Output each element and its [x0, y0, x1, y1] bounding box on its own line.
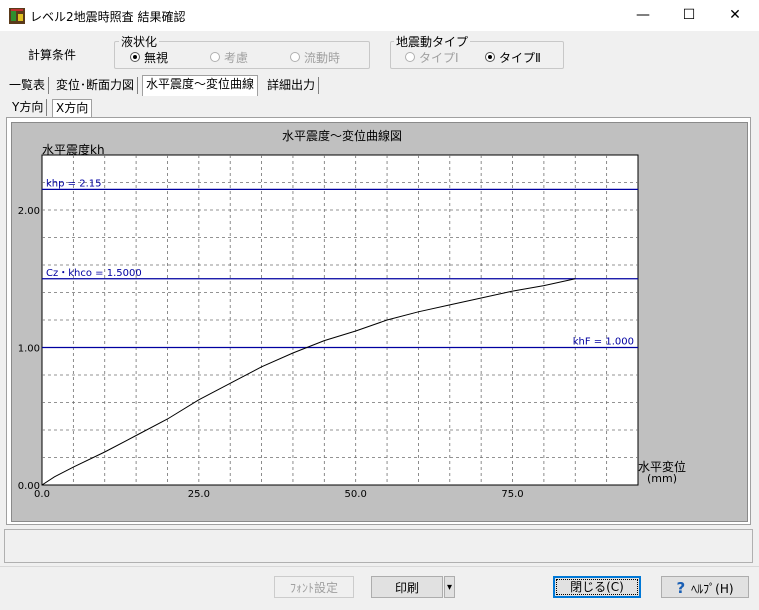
liquefaction-group-title: 液状化 — [119, 33, 160, 50]
minimize-button[interactable]: — — [620, 0, 666, 31]
radio-label: 流動時 — [304, 50, 341, 65]
subtab-x-direction[interactable]: X方向 — [52, 99, 93, 117]
chart-title: 水平震度～変位曲線図 — [282, 128, 402, 143]
tab-seismic-curve[interactable]: 水平震度～変位曲線 — [142, 75, 259, 96]
x-tick-label: 75.0 — [501, 489, 523, 500]
chart-x-axis-unit: (mm) — [647, 472, 677, 485]
x-tick-label: 50.0 — [345, 489, 367, 500]
radio-dot — [210, 52, 220, 62]
close-window-button[interactable]: ✕ — [712, 0, 758, 31]
radio-dot — [290, 52, 300, 62]
reference-line-label: khF = 1.000 — [573, 337, 634, 348]
help-button-label: ﾍﾙﾌﾟ(H) — [691, 582, 734, 596]
print-dropdown-button[interactable]: ▾ — [444, 576, 455, 598]
radio-motion-type1[interactable]: タイプⅠ — [405, 49, 459, 65]
window-title: レベル2地震時照査 結果確認 — [30, 10, 186, 24]
reference-line-label: khp = 2.15 — [46, 178, 101, 189]
motion-type-group-title: 地震動タイプ — [394, 33, 471, 50]
subtab-y-direction[interactable]: Y方向 — [9, 99, 48, 116]
radio-dot — [485, 52, 495, 62]
radio-liq-flow[interactable]: 流動時 — [290, 49, 340, 65]
close-button[interactable]: 閉じる(C) — [553, 576, 641, 598]
radio-label: タイプⅡ — [499, 50, 541, 65]
divider — [0, 566, 759, 567]
y-tick-label: 2.00 — [18, 206, 40, 217]
radio-label: タイプⅠ — [419, 50, 459, 65]
x-tick-label: 25.0 — [188, 489, 210, 500]
tab-summary-table[interactable]: 一覧表 — [6, 77, 50, 94]
radio-dot — [130, 52, 140, 62]
radio-label: 考慮 — [224, 50, 249, 65]
title-bar: レベル2地震時照査 結果確認 — ☐ ✕ — [0, 0, 759, 31]
close-button-label: 閉じる(C) — [556, 579, 638, 595]
chart: 水平震度～変位曲線図 水平震度kh 水平変位 (mm) 0.0 25.0 50.0 7… — [18, 128, 686, 500]
font-settings-button[interactable]: ﾌｫﾝﾄ設定 — [274, 576, 354, 598]
maximize-button[interactable]: ☐ — [666, 0, 712, 31]
help-button[interactable]: ? ﾍﾙﾌﾟ(H) — [661, 576, 749, 598]
radio-liq-ignore[interactable]: 無視 — [130, 49, 168, 65]
reference-line-label: Cz・khco = 1.5000 — [46, 268, 142, 279]
print-button[interactable]: 印刷 — [371, 576, 443, 598]
app-icon — [9, 8, 25, 24]
radio-dot — [405, 52, 415, 62]
radio-liq-consider[interactable]: 考慮 — [210, 49, 248, 65]
y-tick-label: 0.00 — [18, 481, 40, 492]
radio-motion-type2[interactable]: タイプⅡ — [485, 49, 541, 65]
tab-detail-output[interactable]: 詳細出力 — [264, 77, 320, 94]
y-tick-label: 1.00 — [18, 344, 40, 355]
calc-conditions-label: 計算条件 — [28, 48, 77, 62]
status-bar — [4, 529, 753, 563]
radio-label: 無視 — [144, 50, 169, 65]
tab-displacement-force[interactable]: 変位･断面力図 — [53, 77, 139, 94]
help-icon: ? — [676, 579, 686, 597]
chart-panel: 水平震度～変位曲線図 水平震度kh 水平変位 (mm) 0.0 25.0 50.0 7… — [11, 122, 748, 522]
